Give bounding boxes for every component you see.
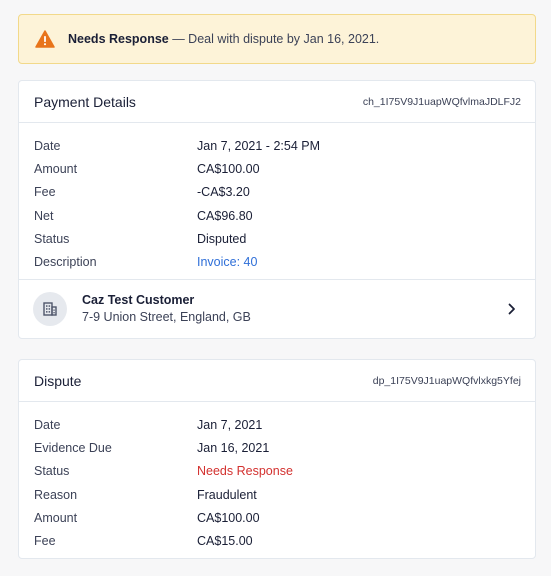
dispute-row-date: Date Jan 7, 2021 [19, 413, 535, 436]
dispute-row-reason: Reason Fraudulent [19, 483, 535, 506]
payment-details-rows: Date Jan 7, 2021 - 2:54 PM Amount CA$100… [19, 123, 535, 279]
row-label: Amount [34, 510, 78, 525]
dispute-row-status: Status Needs Response [19, 460, 535, 483]
row-label: Fee [34, 534, 56, 549]
payment-row-date: Date Jan 7, 2021 - 2:54 PM [19, 134, 535, 157]
row-value: Fraudulent [197, 487, 257, 502]
dispute-title: Dispute [34, 372, 82, 389]
row-label: Date [34, 417, 61, 432]
row-value: -CA$3.20 [197, 185, 250, 200]
customer-row[interactable]: Caz Test Customer 7-9 Union Street, Engl… [19, 278, 535, 338]
row-value: CA$100.00 [197, 161, 260, 176]
row-value: CA$96.80 [197, 208, 253, 223]
row-value: CA$100.00 [197, 510, 260, 525]
row-value: Jan 7, 2021 [197, 417, 263, 432]
row-value: Disputed [197, 231, 247, 246]
alert-text: — Deal with dispute by Jan 16, 2021. [168, 32, 380, 46]
payment-row-net: Net CA$96.80 [19, 204, 535, 227]
payment-row-description: Description Invoice: 40 [19, 250, 535, 273]
dispute-row-fee: Fee CA$15.00 [19, 529, 535, 552]
invoice-link[interactable]: Invoice: 40 [197, 255, 257, 269]
row-label: Status [34, 231, 70, 246]
row-label: Net [34, 208, 54, 223]
alert-status-label: Needs Response [68, 32, 169, 46]
customer-name: Caz Test Customer [82, 293, 195, 308]
alert-message: Needs Response — Deal with dispute by Ja… [68, 32, 379, 46]
dispute-status-value: Needs Response [197, 464, 293, 479]
chevron-right-icon[interactable] [505, 302, 519, 316]
payment-row-status: Status Disputed [19, 227, 535, 250]
payment-details-title: Payment Details [34, 93, 136, 110]
row-value: Jan 7, 2021 - 2:54 PM [197, 138, 320, 153]
row-label: Fee [34, 185, 56, 200]
dispute-row-amount: Amount CA$100.00 [19, 506, 535, 529]
payment-details-card: Payment Details ch_1I75V9J1uapWQfvlmaJDL… [18, 80, 536, 339]
warning-icon [35, 30, 55, 48]
row-label: Description [34, 255, 97, 270]
dispute-card: Dispute dp_1I75V9J1uapWQfvlxkg5Yfej Date… [18, 359, 536, 559]
row-value: Jan 16, 2021 [197, 440, 270, 455]
dispute-row-evidence-due: Evidence Due Jan 16, 2021 [19, 436, 535, 459]
row-label: Amount [34, 161, 78, 176]
dispute-rows: Date Jan 7, 2021 Evidence Due Jan 16, 20… [19, 402, 535, 558]
row-label: Evidence Due [34, 440, 112, 455]
building-icon [33, 291, 67, 326]
dispute-alert-banner: Needs Response — Deal with dispute by Ja… [18, 14, 536, 64]
charge-id: ch_1I75V9J1uapWQfvlmaJDLFJ2 [362, 95, 521, 108]
dispute-header: Dispute dp_1I75V9J1uapWQfvlxkg5Yfej [19, 360, 535, 402]
row-label: Date [34, 138, 61, 153]
payment-details-header: Payment Details ch_1I75V9J1uapWQfvlmaJDL… [19, 81, 535, 123]
row-value: CA$15.00 [197, 534, 253, 549]
customer-address: 7-9 Union Street, England, GB [82, 310, 251, 325]
customer-info: Caz Test Customer 7-9 Union Street, Engl… [82, 293, 505, 324]
row-label: Status [34, 464, 70, 479]
payment-row-amount: Amount CA$100.00 [19, 157, 535, 180]
dispute-id: dp_1I75V9J1uapWQfvlxkg5Yfej [372, 374, 521, 387]
row-label: Reason [34, 487, 78, 502]
payment-row-fee: Fee -CA$3.20 [19, 181, 535, 204]
